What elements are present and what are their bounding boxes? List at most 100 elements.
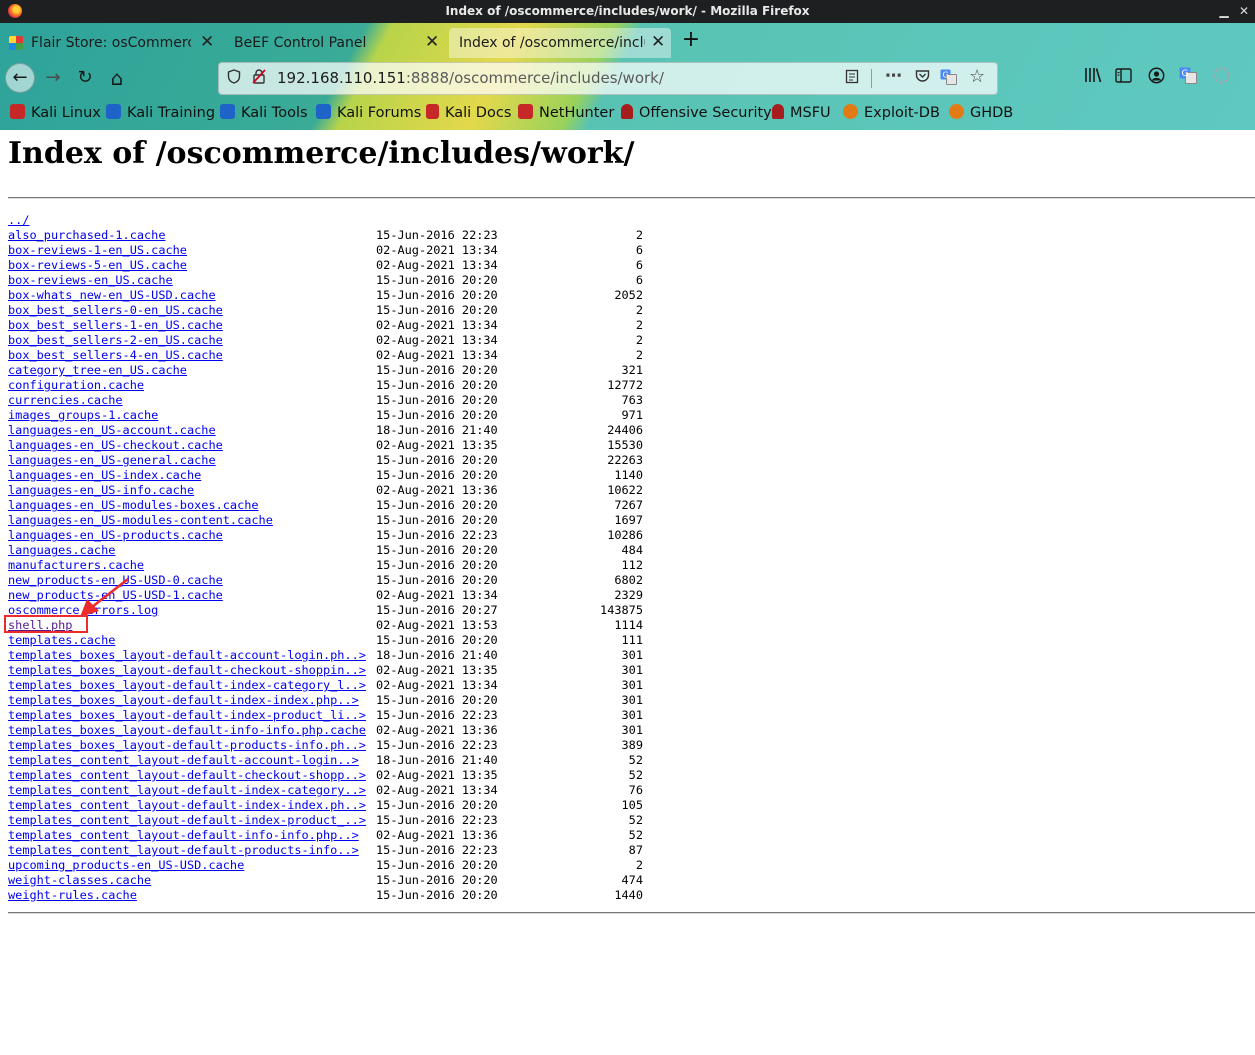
file-link[interactable]: box_best_sellers-0-en_US.cache: [8, 303, 223, 317]
file-link[interactable]: languages-en_US-general.cache: [8, 453, 216, 467]
file-size: 2: [635, 348, 643, 362]
file-link[interactable]: templates_content_layout-default-index-i…: [8, 798, 366, 812]
file-link[interactable]: box-whats_new-en_US-USD.cache: [8, 288, 216, 302]
bookmark-offensive-security[interactable]: Offensive Security: [621, 104, 772, 121]
directory-listing: ../ also_purchased-1.cache 15-Jun-2016 22…: [8, 213, 643, 903]
bookmark-label: Kali Docs: [445, 105, 512, 121]
file-link[interactable]: new_products-en_US-USD-0.cache: [8, 573, 223, 587]
bookmark-star-icon[interactable]: ☆: [969, 66, 985, 87]
translate-icon[interactable]: G: [940, 69, 957, 89]
file-size: 15530: [607, 438, 643, 452]
file-link[interactable]: upcoming_products-en_US-USD.cache: [8, 858, 244, 872]
file-size: 10286: [607, 528, 643, 542]
translate-icon[interactable]: G: [1177, 67, 1199, 89]
forward-button[interactable]: →: [38, 63, 68, 93]
file-size: 112: [621, 558, 643, 572]
file-link[interactable]: box-reviews-5-en_US.cache: [8, 258, 187, 272]
extension-icon[interactable]: [1210, 67, 1232, 89]
minimize-button[interactable]: ▁: [1216, 2, 1232, 20]
file-link[interactable]: box-reviews-1-en_US.cache: [8, 243, 187, 257]
file-size: 2: [635, 858, 643, 872]
file-link[interactable]: templates_content_layout-default-index-c…: [8, 783, 366, 797]
file-link[interactable]: templates_content_layout-default-account…: [8, 753, 359, 767]
file-link[interactable]: new_products-en_US-USD-1.cache: [8, 588, 223, 602]
file-date: 02-Aug-2021 13:35: [376, 663, 498, 677]
parent-directory-link[interactable]: ../: [8, 213, 29, 227]
file-link[interactable]: templates_boxes_layout-default-checkout-…: [8, 663, 366, 677]
tab-close-button[interactable]: ✕: [425, 32, 439, 52]
file-size: 10622: [607, 483, 643, 497]
tab-label: Flair Store: osCommerce: [31, 35, 191, 51]
file-link[interactable]: languages-en_US-info.cache: [8, 483, 194, 497]
pocket-icon[interactable]: [915, 69, 930, 87]
file-date: 15-Jun-2016 20:20: [376, 693, 498, 707]
reload-button[interactable]: ↻: [70, 63, 100, 93]
file-link[interactable]: languages-en_US-account.cache: [8, 423, 216, 437]
file-date: 02-Aug-2021 13:36: [376, 483, 498, 497]
tab-beef-control-panel[interactable]: BeEF Control Panel ✕: [222, 28, 448, 58]
file-row: new_products-en_US-USD-1.cache 02-Aug-202…: [8, 588, 643, 603]
file-link[interactable]: templates_content_layout-default-checkou…: [8, 768, 366, 782]
bookmark-exploit-db[interactable]: Exploit-DB: [843, 104, 940, 121]
bookmark-nethunter[interactable]: NetHunter: [518, 104, 614, 121]
url-text[interactable]: 192.168.110.151:8888/oscommerce/includes…: [277, 69, 664, 87]
file-link[interactable]: weight-classes.cache: [8, 873, 151, 887]
file-link[interactable]: languages-en_US-index.cache: [8, 468, 201, 482]
close-window-button[interactable]: ✕: [1236, 2, 1252, 20]
window-title: Index of /oscommerce/includes/work/ - Mo…: [445, 4, 810, 18]
bookmark-kali-training[interactable]: Kali Training: [106, 104, 215, 121]
tab-flair-store[interactable]: Flair Store: osCommerce ✕: [0, 28, 222, 58]
bookmark-kali-forums[interactable]: Kali Forums: [316, 104, 421, 121]
file-link[interactable]: weight-rules.cache: [8, 888, 137, 902]
tab-close-button[interactable]: ✕: [200, 32, 214, 52]
file-link[interactable]: templates.cache: [8, 633, 115, 647]
file-link[interactable]: box_best_sellers-1-en_US.cache: [8, 318, 223, 332]
file-link[interactable]: templates_boxes_layout-default-index-ind…: [8, 693, 359, 707]
file-link[interactable]: box_best_sellers-4-en_US.cache: [8, 348, 223, 362]
back-button[interactable]: ←: [5, 63, 35, 93]
account-icon[interactable]: [1145, 67, 1167, 89]
bookmark-ghdb[interactable]: GHDB: [949, 104, 1013, 121]
file-size: 321: [621, 363, 643, 377]
file-row: templates_boxes_layout-default-products-…: [8, 738, 643, 753]
bookmark-kali-docs[interactable]: Kali Docs: [426, 104, 511, 121]
bookmark-msfu[interactable]: MSFU: [772, 104, 831, 121]
file-link[interactable]: templates_content_layout-default-index-p…: [8, 813, 366, 827]
file-link[interactable]: manufacturers.cache: [8, 558, 144, 572]
file-link[interactable]: category_tree-en_US.cache: [8, 363, 187, 377]
file-link[interactable]: languages-en_US-products.cache: [8, 528, 223, 542]
file-link[interactable]: languages-en_US-modules-boxes.cache: [8, 498, 259, 512]
url-bar[interactable]: 192.168.110.151:8888/oscommerce/includes…: [218, 62, 998, 95]
file-link[interactable]: templates_content_layout-default-info-in…: [8, 828, 359, 842]
file-link[interactable]: languages-en_US-modules-content.cache: [8, 513, 273, 527]
file-link[interactable]: box-reviews-en_US.cache: [8, 273, 173, 287]
new-tab-button[interactable]: +: [680, 29, 702, 53]
file-link[interactable]: configuration.cache: [8, 378, 144, 392]
insecure-lock-icon[interactable]: [252, 69, 266, 88]
library-icon[interactable]: [1082, 67, 1104, 89]
bookmark-label: Offensive Security: [639, 105, 772, 121]
file-link[interactable]: images_groups-1.cache: [8, 408, 158, 422]
file-link[interactable]: currencies.cache: [8, 393, 123, 407]
file-link[interactable]: templates_boxes_layout-default-info-info…: [8, 723, 366, 737]
bookmark-kali-linux[interactable]: Kali Linux: [10, 104, 101, 121]
home-button[interactable]: ⌂: [102, 63, 132, 93]
bookmark-kali-tools[interactable]: Kali Tools: [220, 104, 308, 121]
file-date: 02-Aug-2021 13:34: [376, 678, 498, 692]
file-link[interactable]: templates_content_layout-default-product…: [8, 843, 359, 857]
file-row: images_groups-1.cache 15-Jun-2016 20:20 97…: [8, 408, 643, 423]
reader-view-icon[interactable]: [845, 69, 859, 88]
file-link[interactable]: box_best_sellers-2-en_US.cache: [8, 333, 223, 347]
file-link[interactable]: also_purchased-1.cache: [8, 228, 166, 242]
more-actions-icon[interactable]: ⋯: [885, 66, 902, 86]
tab-close-button[interactable]: ✕: [651, 32, 665, 52]
sidebar-icon[interactable]: [1112, 67, 1134, 89]
file-link[interactable]: templates_boxes_layout-default-account-l…: [8, 648, 366, 662]
file-link[interactable]: templates_boxes_layout-default-index-pro…: [8, 708, 366, 722]
tab-index-of-work[interactable]: Index of /oscommerce/includes/work/ ✕: [449, 28, 671, 58]
file-link[interactable]: templates_boxes_layout-default-index-cat…: [8, 678, 366, 692]
file-link[interactable]: languages.cache: [8, 543, 115, 557]
file-link[interactable]: templates_boxes_layout-default-products-…: [8, 738, 366, 752]
shield-icon[interactable]: [227, 69, 241, 88]
file-link[interactable]: languages-en_US-checkout.cache: [8, 438, 223, 452]
